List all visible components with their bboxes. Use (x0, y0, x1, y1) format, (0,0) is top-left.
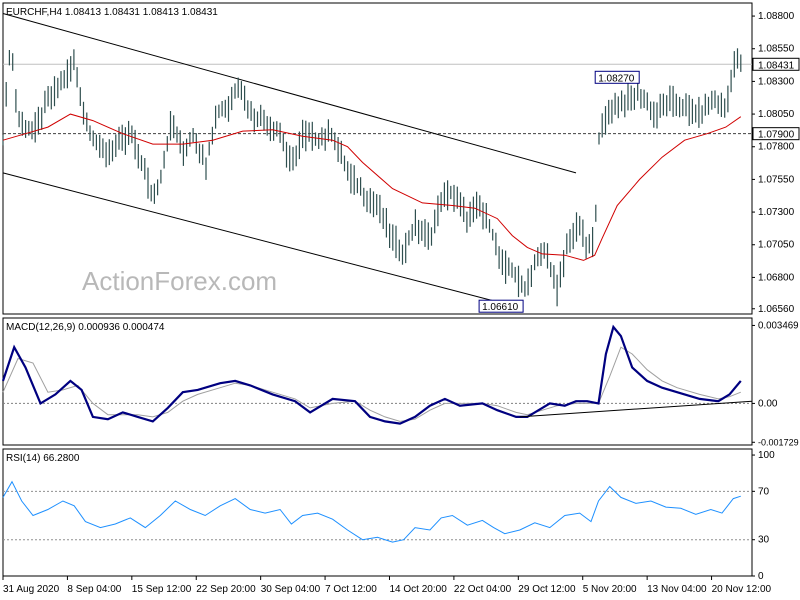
macd-y-tick-label: 0.003469 (758, 320, 799, 331)
macd-y-tick-label: 0.00 (758, 398, 778, 409)
price-y-tick-label: 1.08550 (758, 44, 795, 55)
price-y-tick-label: 1.07300 (758, 207, 795, 218)
macd-header: MACD(12,26,9) 0.000936 0.000474 (6, 322, 165, 333)
price-y-tick-label: 1.06560 (758, 304, 795, 315)
price-y-tick-label: 1.08800 (758, 11, 795, 22)
price-y-tick-label: 1.08300 (758, 76, 795, 87)
chart-background (0, 0, 800, 600)
x-axis-tick-label: 29 Oct 12:00 (518, 584, 576, 595)
price-y-tick-label: 1.07050 (758, 240, 795, 251)
rsi-y-tick-label: 100 (758, 450, 775, 461)
current-price-label: 1.08431 (758, 60, 795, 71)
rsi-y-tick-label: 30 (758, 535, 770, 546)
x-axis-tick-label: 15 Sep 12:00 (132, 584, 192, 595)
x-axis-tick-label: 8 Sep 04:00 (67, 584, 121, 595)
rsi-header: RSI(14) 66.2800 (6, 453, 80, 464)
x-axis-tick-label: 7 Oct 12:00 (325, 584, 377, 595)
x-axis-tick-label: 31 Aug 2020 (3, 584, 60, 595)
x-axis-tick-label: 22 Sep 20:00 (196, 584, 256, 595)
price-y-tick-label: 1.07800 (758, 142, 795, 153)
x-axis-tick-label: 20 Nov 12:00 (712, 584, 772, 595)
eurchf-chart: ActionForex.com EURCHF,H4 1.08413 1.0843… (0, 0, 800, 600)
x-axis-tick-label: 30 Sep 04:00 (261, 584, 321, 595)
x-axis-tick-label: 22 Oct 04:00 (454, 584, 512, 595)
x-axis-tick-label: 5 Nov 20:00 (583, 584, 637, 595)
price-y-tick-label: 1.08050 (758, 109, 795, 120)
level-price-label: 1.07900 (758, 130, 795, 141)
price-y-tick-label: 1.06800 (758, 272, 795, 283)
symbol-header: EURCHF,H4 1.08413 1.08431 1.08413 1.0843… (6, 7, 218, 18)
watermark: ActionForex.com (82, 266, 277, 296)
rsi-y-tick-label: 0 (758, 571, 764, 582)
x-axis-tick-label: 14 Oct 20:00 (390, 584, 448, 595)
macd-y-tick-label: -0.001729 (758, 437, 799, 447)
x-axis-tick-label: 13 Nov 04:00 (647, 584, 707, 595)
rsi-y-tick-label: 70 (758, 486, 770, 497)
price-y-tick-label: 1.07550 (758, 174, 795, 185)
price-annotation-label: 1.06610 (482, 302, 519, 313)
price-annotation-label: 1.08270 (598, 73, 635, 84)
